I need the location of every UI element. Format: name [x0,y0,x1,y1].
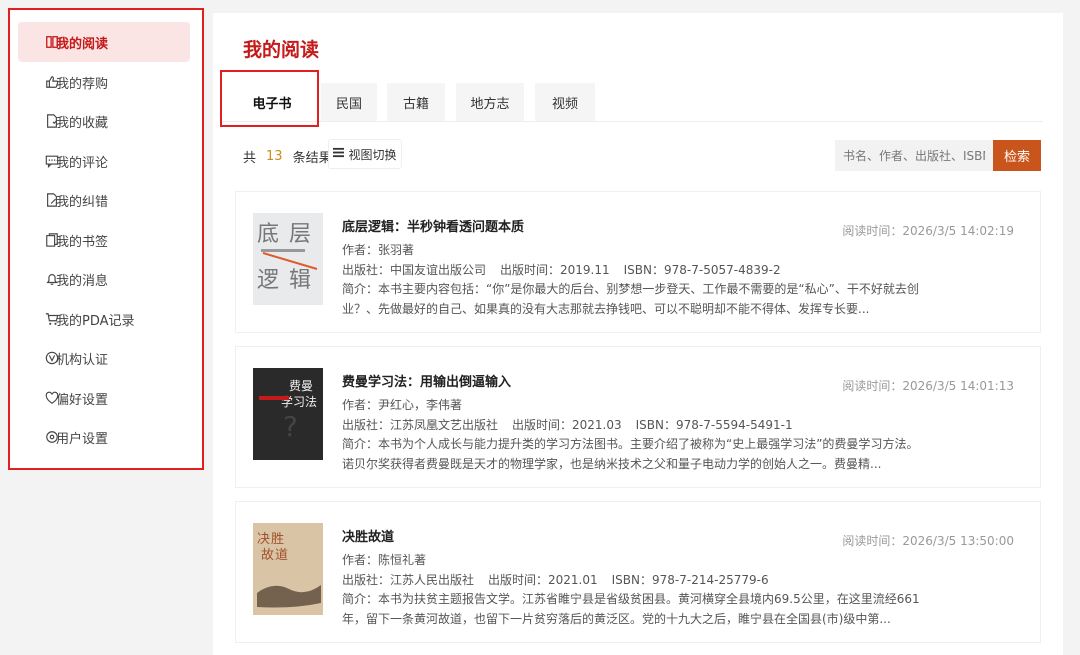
page-title: 我的阅读 [243,39,320,61]
result-suffix: 条结果 [292,151,332,166]
cover-char: 逻 [257,268,279,293]
book-card[interactable]: 底 层 逻 辑 底层逻辑：半秒钟看透问题本质 作者：张羽著 出版社：中国友谊出版… [235,191,1041,333]
tab-video[interactable]: 视频 [535,83,595,121]
book-cover: 底 层 逻 辑 [253,213,323,305]
cover-char: 决 [257,532,270,547]
book-description: 简介：本书主要内容包括：“你”是你最大的后台、别梦想一步登天、工作最不需要的是“… [342,282,919,316]
book-meta: 出版社：江苏人民出版社 出版时间：2021.01 ISBN：978-7-214-25… [342,571,769,588]
sidebar-item-label: 我的书签 [56,234,109,250]
book-publisher: 出版社：中国友谊出版公司 [342,263,487,277]
tab-local-chronicles[interactable]: 地方志 [456,83,524,121]
svg-text:?: ? [283,410,298,443]
book-card[interactable]: 决 胜 故 道 决胜故道 作者：陈恒礼著 出版社：江苏人民出版社 出版时间：202… [235,501,1041,643]
search-input[interactable] [835,140,993,171]
cover-char: 辑 [289,268,311,293]
sidebar-item-comments[interactable]: 我的评论 [18,141,190,181]
list-icon [333,147,345,161]
read-time: 阅读时间：2026/3/5 13:50:00 [842,534,1014,548]
comment-icon [44,153,60,169]
read-time: 阅读时间：2026/3/5 14:02:19 [842,224,1014,238]
badge-icon [44,350,60,366]
tab-ebook[interactable]: 电子书 [235,83,309,121]
sidebar-item-label: 我的阅读 [56,36,109,52]
book-description: 简介：本书为个人成长与能力提升类的学习方法图书。主要介绍了被称为“史上最强学习法… [342,437,919,471]
bookmark-doc-icon [44,113,60,129]
cover-char: 层 [289,222,311,247]
search-button[interactable]: 检索 [993,140,1041,171]
sidebar-item-recommend[interactable]: 我的荐购 [18,62,190,102]
book-open-icon [44,34,60,50]
sidebar-item-label: 我的消息 [56,273,109,289]
edit-doc-icon [44,192,60,208]
book-meta: 出版社：江苏凤凰文艺出版社 出版时间：2021.03 ISBN：978-7-5594… [342,416,793,433]
view-toggle-label: 视图切换 [348,147,397,162]
book-description: 简介：本书为扶贫主题报告文学。江苏省睢宁县是省级贫困县。黄河横穿全县境内69.5… [342,592,920,626]
tab-minguo[interactable]: 民国 [321,83,377,121]
book-pubdate: 出版时间：2021.03 [512,418,622,432]
sidebar-item-label: 我的纠错 [56,194,109,210]
book-isbn: ISBN：978-7-214-25779-6 [611,573,769,587]
cover-char: 胜 [271,532,284,547]
tabs-divider [221,121,1043,122]
read-time: 阅读时间：2026/3/5 14:01:13 [842,379,1014,393]
cover-char: 故 [261,548,274,563]
tab-ancient-books[interactable]: 古籍 [387,83,445,121]
result-prefix: 共 [243,151,257,166]
sidebar-item-corrections[interactable]: 我的纠错 [18,180,190,220]
book-isbn: ISBN：978-7-5057-4839-2 [623,263,781,277]
heart-icon [44,390,60,406]
sidebar-item-pda[interactable]: 我的PDA记录 [18,299,190,339]
sidebar-item-preferences[interactable]: 偏好设置 [18,378,190,418]
sidebar-item-favorites[interactable]: 我的收藏 [18,101,190,141]
result-count: 共 13 条结果 [243,147,332,166]
book-publisher: 出版社：江苏人民出版社 [342,573,475,587]
sidebar-item-user-settings[interactable]: 用户设置 [18,417,190,457]
cover-char: 道 [275,548,288,563]
sidebar-item-label: 我的PDA记录 [56,313,135,329]
sidebar-item-label: 我的评论 [56,155,109,171]
book-cover: 决 胜 故 道 [253,523,323,615]
book-author: 作者：陈恒礼著 [342,553,427,567]
cover-char: 底 [257,222,279,247]
view-toggle-button[interactable]: 视图切换 [328,139,402,169]
book-title[interactable]: 决胜故道 [342,526,394,545]
book-isbn: ISBN：978-7-5594-5491-1 [635,418,793,432]
book-title[interactable]: 费曼学习法：用输出倒逼输入 [342,371,511,390]
book-author: 作者：张羽著 [342,243,415,257]
sidebar-item-reading[interactable]: 我的阅读 [18,22,190,62]
thumb-up-icon [44,74,60,90]
book-card[interactable]: 费曼 学习法 ? 费曼学习法：用输出倒逼输入 作者：尹红心，李伟著 出版社：江苏… [235,346,1041,488]
book-cover: 费曼 学习法 ? [253,368,323,460]
book-meta: 出版社：中国友谊出版公司 出版时间：2019.11 ISBN：978-7-5057-… [342,261,781,278]
sidebar-item-certification[interactable]: 机构认证 [18,338,190,378]
sidebar: 我的阅读 我的荐购 我的收藏 我的评论 我的纠错 我的书签 我的消息 我的PDA… [8,8,204,470]
cover-char: 费曼 [289,379,313,393]
bell-icon [44,271,60,287]
book-author: 作者：尹红心，李伟著 [342,398,463,412]
book-pubdate: 出版时间：2019.11 [500,263,610,277]
sidebar-item-label: 机构认证 [56,352,109,368]
book-publisher: 出版社：江苏凤凰文艺出版社 [342,418,499,432]
sidebar-item-label: 我的收藏 [56,115,109,131]
main-panel: 我的阅读 电子书 民国 古籍 地方志 视频 共 13 条结果 视图切换 检索 底… [213,13,1063,655]
book-title[interactable]: 底层逻辑：半秒钟看透问题本质 [342,216,524,235]
sidebar-item-messages[interactable]: 我的消息 [18,259,190,299]
sidebar-item-label: 偏好设置 [56,392,109,408]
sidebar-item-label: 用户设置 [56,431,109,447]
sidebar-item-label: 我的荐购 [56,76,109,92]
result-number: 13 [266,149,283,164]
book-pubdate: 出版时间：2021.01 [488,573,598,587]
copy-icon [44,232,60,248]
cart-icon [44,311,60,327]
sidebar-item-bookmarks[interactable]: 我的书签 [18,220,190,260]
settings-icon [44,429,60,445]
